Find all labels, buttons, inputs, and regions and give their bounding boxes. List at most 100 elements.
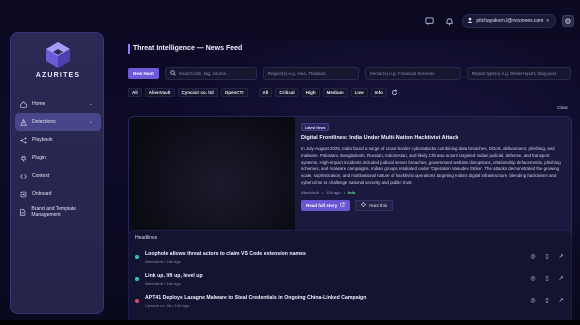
chat-icon[interactable] xyxy=(422,14,436,28)
external-link-icon[interactable]: ↗ xyxy=(557,296,565,304)
azurites-logo-icon xyxy=(46,42,70,68)
chevron-down-icon: ⌄ xyxy=(88,101,93,107)
user-icon xyxy=(467,17,473,25)
headlines-title: Headlines xyxy=(135,235,158,241)
new-hunt-button[interactable]: New Hunt xyxy=(128,68,159,79)
sidebar-item-label: Detections xyxy=(32,119,56,125)
featured-age: 15h ago xyxy=(326,189,341,195)
featured-body: Latest News Digital Frontlines: India Un… xyxy=(301,123,567,211)
status-dot xyxy=(135,277,139,281)
search-input[interactable]: Search title, tag, source... xyxy=(164,67,257,80)
report-type-input[interactable]: Report type(s) e.g. threat-report, blog-… xyxy=(466,67,571,80)
crosshair-icon xyxy=(361,202,367,208)
headline-meta: AlienVault • 18d ago xyxy=(145,259,181,264)
read-full-story-button[interactable]: Read full story xyxy=(301,199,351,211)
sidebar-item-label: Context xyxy=(32,173,50,179)
status-dot xyxy=(135,255,139,259)
sidebar-item-onboard[interactable]: Onboard xyxy=(15,185,101,203)
document-icon xyxy=(19,208,26,216)
share-icon xyxy=(19,136,27,144)
sidebar-item-label: Brand and Template Management xyxy=(31,206,77,218)
clear-button[interactable]: Clear xyxy=(557,105,568,110)
region-placeholder: Region(s) e.g. Asia, Thailand xyxy=(267,71,326,76)
headlines-panel: Headlines Loophole allows threat actors … xyxy=(128,230,572,320)
warning-icon xyxy=(19,118,27,126)
main-content: Threat Intelligence — News Feed New Hunt… xyxy=(128,44,572,320)
sidebar-item-playbook[interactable]: Playbook xyxy=(15,131,101,149)
bookmark-icon[interactable]: ▯ xyxy=(543,252,551,260)
sidebar-item-label: Playbook xyxy=(32,137,53,143)
headline-actions: ◎ ▯ ↗ xyxy=(529,274,565,282)
sidebar-item-plugin[interactable]: Plugin xyxy=(15,149,101,167)
hunt-this-label: Hunt this xyxy=(369,202,388,208)
chip-severity-critical[interactable]: Critical xyxy=(275,87,299,97)
headline-title[interactable]: Loophole allows threat actors to claim V… xyxy=(145,251,306,257)
headline-title[interactable]: APT41 Deploys Lazagne Malware to Steal C… xyxy=(145,295,366,301)
search-icon xyxy=(170,70,176,77)
user-menu[interactable]: pitchayakorn.l@rvconnex.com ▾ xyxy=(462,14,556,28)
sidebar-item-label: Home xyxy=(32,101,46,107)
bell-icon[interactable] xyxy=(442,14,456,28)
chip-source-all[interactable]: All xyxy=(128,87,142,97)
filter-row: New Hunt Search title, tag, source... Re… xyxy=(128,67,572,80)
bookmark-icon[interactable]: ▯ xyxy=(543,274,551,282)
region-input[interactable]: Region(s) e.g. Asia, Thailand xyxy=(262,67,359,80)
read-full-story-label: Read full story xyxy=(306,202,338,208)
page-title: Threat Intelligence — News Feed xyxy=(128,44,572,54)
featured-source: AlienVault xyxy=(301,189,319,195)
featured-title: Digital Frontlines: India Under Multi-Na… xyxy=(301,135,459,141)
headline-item[interactable]: Loophole allows threat actors to claim V… xyxy=(135,249,567,269)
sidebar: AZURITES Home ⌄ Detections ⌄ Playbook Pl… xyxy=(10,32,104,314)
plug-icon xyxy=(19,154,27,162)
sector-placeholder: Sector(s) e.g. Financial Services xyxy=(369,71,435,76)
meta-separator: • xyxy=(343,189,345,195)
sidebar-item-label: Plugin xyxy=(32,155,46,161)
chip-source-cyncixir[interactable]: Cyncixir co. ltd xyxy=(177,87,218,97)
chip-severity-info[interactable]: Info xyxy=(370,87,387,97)
chip-severity-all[interactable]: All xyxy=(258,87,273,97)
chip-severity-low[interactable]: Low xyxy=(350,87,368,97)
headline-meta: Cyncixir co. ltd • 19d ago xyxy=(145,303,190,308)
chip-severity-medium[interactable]: Medium xyxy=(322,87,348,97)
gear-icon[interactable]: ⚙ xyxy=(562,15,574,27)
external-link-icon[interactable]: ↗ xyxy=(557,274,565,282)
chip-source-alienvault[interactable]: AlienVault xyxy=(144,87,175,97)
chip-severity-high[interactable]: High xyxy=(301,87,320,97)
headline-item[interactable]: Link up, lift up, level up AlienVault • … xyxy=(135,271,567,291)
report-type-placeholder: Report type(s) e.g. threat-report, blog-… xyxy=(471,71,557,76)
headline-actions: ◎ ▯ ↗ xyxy=(529,252,565,260)
meta-separator: • xyxy=(321,189,324,195)
severity-badge: Info xyxy=(348,189,356,195)
sidebar-item-brand-template[interactable]: Brand and Template Management xyxy=(15,203,101,221)
headline-title[interactable]: Link up, lift up, level up xyxy=(145,273,203,279)
bookmark-icon[interactable]: ▯ xyxy=(543,296,551,304)
status-dot xyxy=(135,299,139,303)
sidebar-item-detections[interactable]: Detections ⌄ xyxy=(15,113,101,131)
onboard-icon xyxy=(19,190,27,198)
hunt-icon[interactable]: ◎ xyxy=(529,252,537,260)
chevron-down-icon: ⌄ xyxy=(88,119,93,125)
sector-input[interactable]: Sector(s) e.g. Financial Services xyxy=(364,67,461,80)
featured-actions: Read full story Hunt this xyxy=(301,199,567,211)
headline-item[interactable]: APT41 Deploys Lazagne Malware to Steal C… xyxy=(135,293,567,313)
code-icon xyxy=(19,172,27,180)
hunt-icon[interactable]: ◎ xyxy=(529,274,537,282)
filter-chips: All AlienVault Cyncixir co. ltd OpenCTI … xyxy=(128,87,400,97)
logo: AZURITES xyxy=(11,41,105,79)
chevron-down-icon: ▾ xyxy=(546,18,549,24)
sidebar-item-context[interactable]: Context xyxy=(15,167,101,185)
sidebar-item-label: Onboard xyxy=(32,191,52,197)
user-email: pitchayakorn.l@rvconnex.com xyxy=(476,18,544,24)
chip-source-opencti[interactable]: OpenCTI xyxy=(220,87,248,97)
search-placeholder: Search title, tag, source... xyxy=(178,71,230,76)
brand-name: AZURITES xyxy=(35,72,81,79)
refresh-icon[interactable] xyxy=(390,87,400,97)
latest-news-badge: Latest News xyxy=(301,123,330,131)
featured-description: In July-August 2025, India faced a surge… xyxy=(301,146,561,185)
hunt-icon[interactable]: ◎ xyxy=(529,296,537,304)
headline-meta: AlienVault • 18d ago xyxy=(145,281,181,286)
hunt-this-button[interactable]: Hunt this xyxy=(355,199,394,211)
external-link-icon[interactable]: ↗ xyxy=(557,252,565,260)
sidebar-nav: Home ⌄ Detections ⌄ Playbook Plugin Cont… xyxy=(15,95,101,221)
sidebar-item-home[interactable]: Home ⌄ xyxy=(15,95,101,113)
